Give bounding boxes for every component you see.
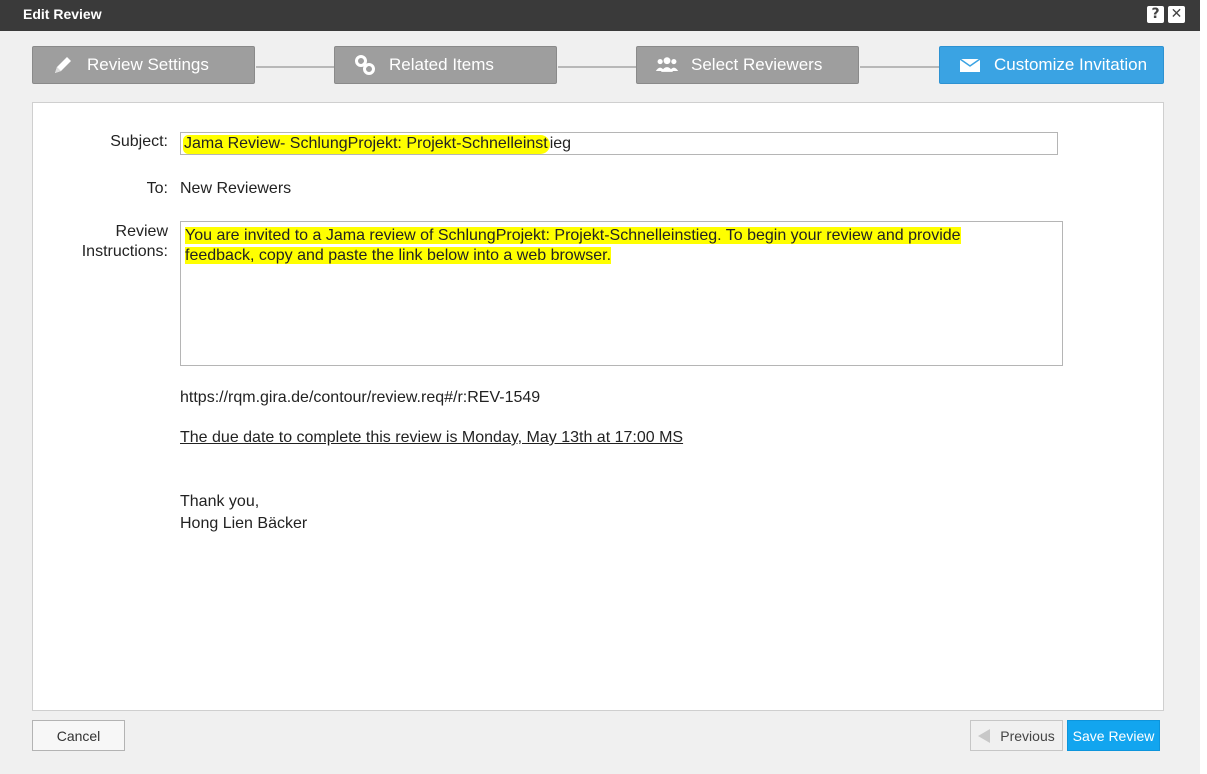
- step-select-reviewers[interactable]: Select Reviewers: [636, 46, 859, 84]
- signature-line: Hong Lien Bäcker: [180, 515, 308, 532]
- dialog-title: Edit Review: [23, 6, 102, 22]
- invitation-panel: Subject: Jama Review- SchlungProjekt: Pr…: [32, 102, 1164, 711]
- step-review-settings[interactable]: Review Settings: [32, 46, 255, 84]
- instructions-label: Review Instructions:: [53, 222, 168, 262]
- closing-text: Thank you, Hong Lien Bäcker: [180, 491, 307, 535]
- review-link: https://rqm.gira.de/contour/review.req#/…: [180, 389, 541, 406]
- step-label: Select Reviewers: [691, 55, 823, 74]
- title-bar: Edit Review ? ✕: [0, 0, 1200, 31]
- due-date-text: The due date to complete this review is …: [180, 429, 684, 446]
- step-label: Related Items: [389, 55, 494, 74]
- instructions-label-line: Instructions:: [81, 243, 168, 260]
- to-label: To:: [146, 180, 168, 197]
- arrow-left-icon: [978, 728, 991, 743]
- pencil-icon: [51, 53, 75, 77]
- subject-label: Subject:: [110, 133, 168, 150]
- step-related-items[interactable]: Related Items: [334, 46, 557, 84]
- wizard-steps: Review Settings Related Items Select Rev…: [32, 46, 1164, 88]
- instructions-line: feedback, copy and paste the link below …: [185, 246, 1058, 266]
- step-connector: [860, 66, 940, 68]
- link-icon: [353, 53, 377, 77]
- step-customize-invitation[interactable]: Customize Invitation: [939, 46, 1164, 84]
- save-review-button[interactable]: Save Review: [1067, 720, 1160, 751]
- close-icon[interactable]: ✕: [1168, 6, 1185, 23]
- instructions-line: You are invited to a Jama review of Schl…: [185, 226, 1058, 246]
- window-edge: [1200, 0, 1207, 774]
- users-icon: [655, 53, 679, 77]
- instructions-label-line: Review: [115, 223, 168, 240]
- instructions-text: feedback, copy and paste the link below …: [185, 247, 612, 264]
- previous-button[interactable]: Previous: [970, 720, 1063, 751]
- step-label: Customize Invitation: [994, 55, 1148, 74]
- instructions-textarea[interactable]: You are invited to a Jama review of Schl…: [180, 221, 1063, 366]
- previous-label: Previous: [1000, 727, 1055, 744]
- step-connector: [558, 66, 636, 68]
- cancel-button[interactable]: Cancel: [32, 720, 125, 751]
- instructions-text: You are invited to a Jama review of Schl…: [185, 227, 961, 244]
- subject-highlight: Jama Review- SchlungProjekt: Projekt-Sch…: [183, 135, 550, 154]
- help-icon[interactable]: ?: [1147, 6, 1164, 23]
- subject-rest: ieg: [549, 135, 572, 152]
- to-value: New Reviewers: [180, 180, 292, 197]
- subject-input[interactable]: Jama Review- SchlungProjekt: Projekt-Sch…: [180, 132, 1058, 155]
- envelope-icon: [958, 53, 982, 77]
- thanks-line: Thank you,: [180, 493, 260, 510]
- step-label: Review Settings: [87, 55, 209, 74]
- step-connector: [256, 66, 334, 68]
- edit-review-dialog: Edit Review ? ✕ Review Settings Related …: [0, 0, 1200, 774]
